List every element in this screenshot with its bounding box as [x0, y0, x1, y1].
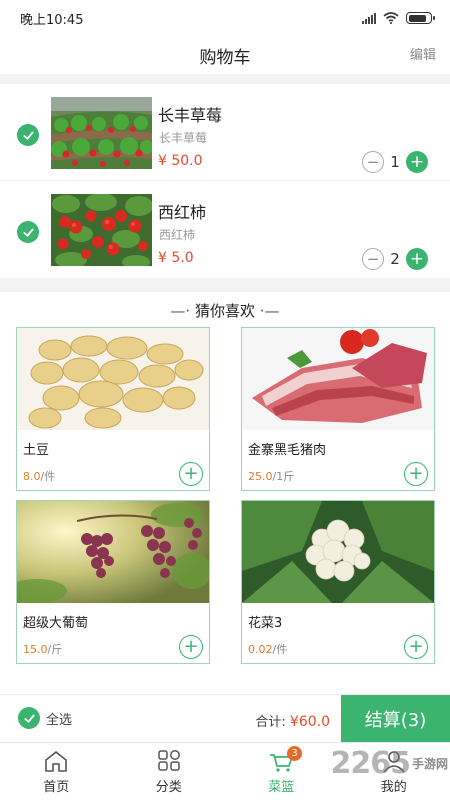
item-name[interactable]: 长丰草莓 [158, 102, 222, 126]
battery-icon [406, 12, 435, 24]
checkout-bar: 全选 合计: ¥60.0 结算(3) [0, 694, 450, 743]
increase-button[interactable]: + [406, 248, 428, 270]
select-all-checkbox[interactable] [18, 707, 40, 729]
check-icon [22, 131, 34, 140]
quantity-value: 1 [390, 153, 400, 171]
item-name[interactable]: 西红柿 [158, 199, 206, 223]
cart-list: 长丰草莓 长丰草莓 ¥ 50.0 − 1 + 西红柿 西红柿 ¥ 5.0 − 2… [0, 84, 450, 278]
decrease-button[interactable]: − [362, 248, 384, 270]
product-name: 花菜3 [248, 616, 283, 631]
status-icons [362, 12, 435, 24]
product-price: 15.0/斤 [23, 643, 63, 656]
product-price: 8.0/件 [23, 470, 56, 483]
recommend-title: —· 猜你喜欢 ·— [170, 302, 280, 320]
product-card[interactable]: 土豆 8.0/件 + [16, 327, 210, 491]
product-price: 25.0/1斤 [248, 470, 295, 483]
status-bar: 晚上10:45 [0, 0, 450, 36]
cauliflower-image [242, 501, 434, 603]
product-name: 金寨黑毛猪肉 [248, 443, 327, 458]
item-subtitle: 长丰草莓 [159, 131, 208, 145]
product-card[interactable]: 超级大葡萄 15.0/斤 + [16, 500, 210, 664]
add-to-cart-button[interactable]: + [404, 635, 428, 659]
page-header: 购物车 编辑 [0, 36, 450, 74]
add-to-cart-button[interactable]: + [179, 462, 203, 486]
tab-label: 首页 [43, 780, 70, 795]
product-price: 0.02/件 [248, 643, 288, 656]
cart-item: 西红柿 西红柿 ¥ 5.0 − 2 + [0, 181, 450, 278]
item-price: ¥ 50.0 [158, 153, 203, 169]
grape-image [17, 501, 209, 603]
tomato-image[interactable] [51, 194, 152, 266]
item-checkbox[interactable] [17, 124, 39, 146]
select-all-label: 全选 [46, 712, 73, 728]
add-to-cart-button[interactable]: + [404, 462, 428, 486]
status-time: 晚上10:45 [20, 12, 84, 28]
quantity-stepper: − 2 + [362, 248, 428, 270]
category-icon [158, 750, 180, 771]
potato-image [17, 328, 209, 430]
strawberry-image[interactable] [51, 97, 152, 169]
product-name: 超级大葡萄 [23, 616, 89, 631]
recommend-title-text: 猜你喜欢 [194, 302, 255, 320]
watermark-logo: 2265 手游网 [330, 746, 448, 781]
quantity-value: 2 [390, 250, 400, 268]
increase-button[interactable]: + [406, 151, 428, 173]
checkout-button[interactable]: 结算(3) [341, 695, 450, 743]
tab-category[interactable]: 分类 [113, 743, 226, 800]
cart-page: 晚上10:45 购物车 编辑 长丰草莓 长丰草莓 ¥ 50.0 − 1 + 西红… [0, 0, 450, 800]
decrease-button[interactable]: − [362, 151, 384, 173]
product-card[interactable]: 金寨黑毛猪肉 25.0/1斤 + [241, 327, 435, 491]
divider [0, 74, 450, 84]
select-all-toggle[interactable]: 全选 [18, 707, 72, 729]
add-to-cart-button[interactable]: + [179, 635, 203, 659]
pork-image [242, 328, 434, 430]
cart-item: 长丰草莓 长丰草莓 ¥ 50.0 − 1 + [0, 84, 450, 181]
home-icon [45, 751, 68, 772]
total-amount: ¥60.0 [289, 714, 330, 730]
tab-basket[interactable]: 3 菜篮 [225, 743, 338, 800]
item-checkbox[interactable] [17, 221, 39, 243]
check-icon [22, 228, 34, 237]
total-label: 合计: [255, 715, 286, 730]
basket-badge: 3 [287, 746, 302, 761]
page-title: 购物车 [199, 47, 251, 68]
check-icon [23, 714, 35, 723]
quantity-stepper: − 1 + [362, 151, 428, 173]
tab-label: 分类 [155, 780, 182, 795]
item-subtitle: 西红柿 [159, 228, 196, 242]
wifi-icon [383, 12, 399, 24]
recommend-section: —· 猜你喜欢 ·— 土豆 8.0/件 + 金寨黑毛猪肉 25.0/1斤 + 超… [0, 292, 450, 694]
item-price: ¥ 5.0 [158, 250, 194, 266]
tab-home[interactable]: 首页 [0, 743, 113, 800]
product-card[interactable]: 花菜3 0.02/件 + [241, 500, 435, 664]
signal-icon [362, 12, 376, 24]
tab-label: 菜篮 [268, 780, 295, 795]
edit-button[interactable]: 编辑 [410, 44, 436, 63]
product-name: 土豆 [23, 443, 50, 458]
total-summary: 合计: ¥60.0 [255, 711, 330, 730]
